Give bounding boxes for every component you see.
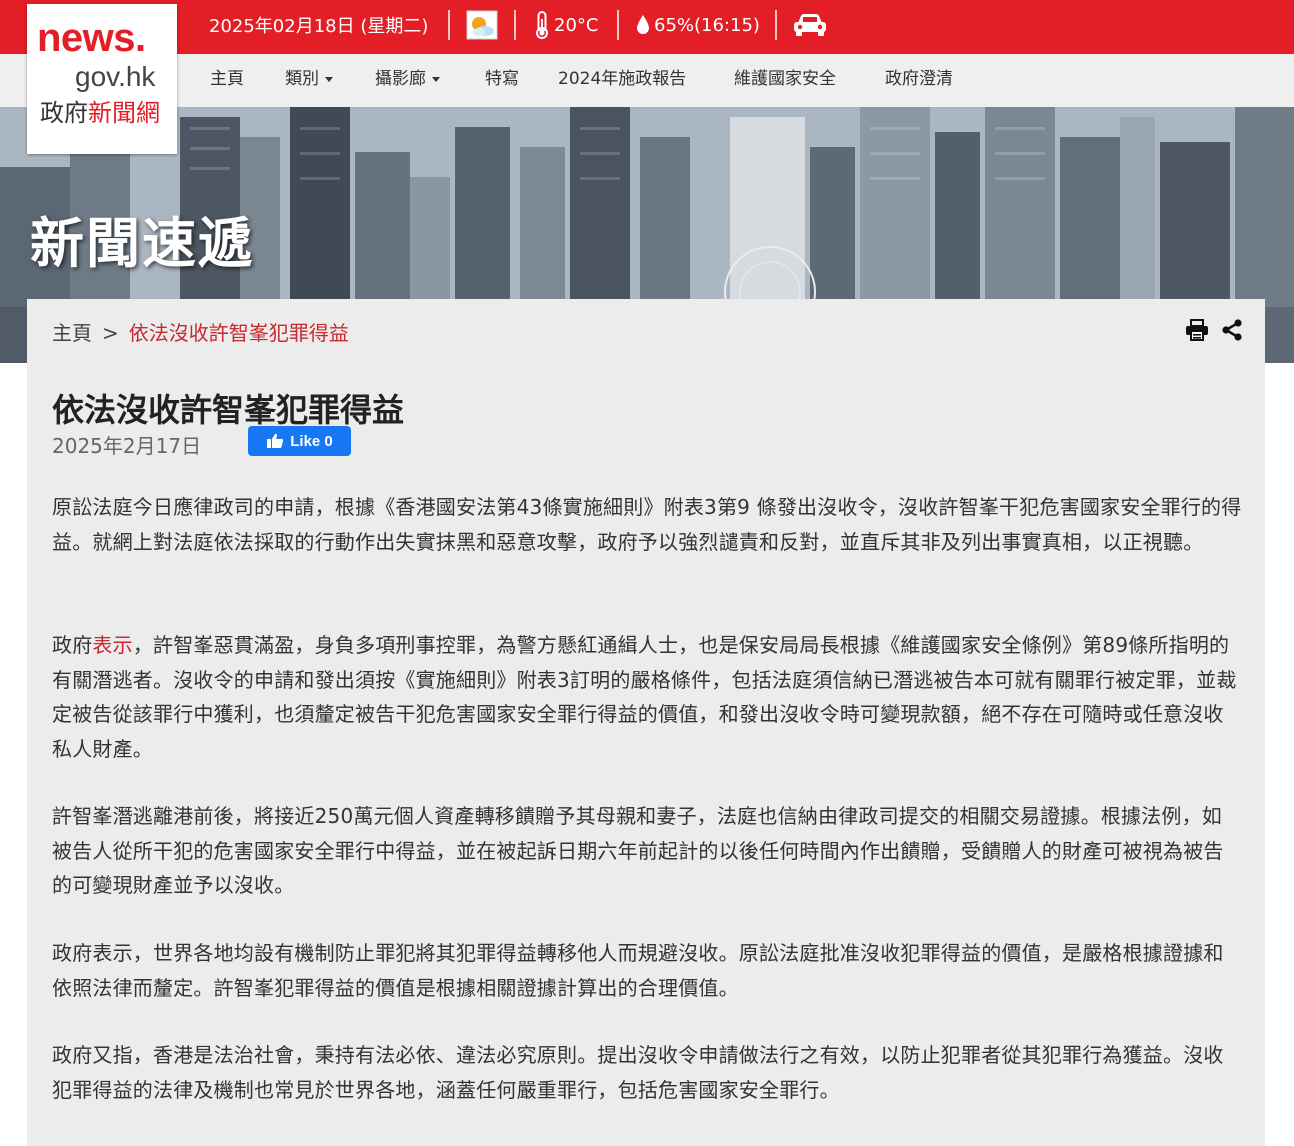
breadcrumb: 主頁 > 依法沒收許智峯犯罪得益 (52, 317, 349, 346)
nav-label: 維護國家安全 (734, 69, 836, 89)
print-icon[interactable] (1185, 319, 1209, 341)
nav-label: 特寫 (485, 69, 519, 89)
nav-item-categories[interactable]: 類別 (285, 54, 333, 107)
facebook-like-button[interactable]: Like 0 (248, 426, 351, 456)
temperature-value: 20°C (554, 14, 599, 36)
water-drop-icon (637, 15, 649, 34)
article-paragraph-1: 原訟法庭今日應律政司的申請，根據《香港國安法第43條實施細則》附表3第9 條發出… (52, 495, 1242, 554)
nav-item-home[interactable]: 主頁 (210, 54, 244, 107)
divider (514, 10, 516, 40)
humidity-reading[interactable]: 65%(16:15) (635, 0, 760, 50)
thumbs-up-icon (267, 433, 284, 448)
main-nav: 主頁 類別 攝影廊 特寫 2024年施政報告 維護國家安全 政府澄清 (0, 54, 1294, 107)
divider (448, 10, 450, 40)
breadcrumb-home[interactable]: 主頁 (52, 321, 92, 345)
nav-item-clarifications[interactable]: 政府澄清 (885, 54, 953, 107)
banner-title: 新聞速遞 (30, 212, 254, 275)
article-title: 依法沒收許智峯犯罪得益 (52, 391, 405, 429)
article-paragraph-3: 許智峯潛逃離港前後，將接近250萬元個人資產轉移饋贈予其母親和妻子，法庭也信納由… (52, 804, 1224, 897)
article-tools (1185, 319, 1243, 341)
nav-label: 攝影廊 (375, 69, 426, 89)
site-logo[interactable]: news. gov.hk 政府新聞網 (27, 4, 177, 154)
nav-label: 2024年施政報告 (558, 69, 687, 89)
nav-label: 主頁 (210, 69, 244, 89)
nav-item-national-security[interactable]: 維護國家安全 (734, 54, 836, 107)
article-paragraph-5: 政府又指，香港是法治社會，秉持有法必依、違法必究原則。提出沒收令申請做法行之有效… (52, 1043, 1224, 1102)
car-icon[interactable] (792, 0, 828, 50)
article-date: 2025年2月17日 (52, 434, 202, 458)
caret-down-icon (325, 76, 333, 82)
weather-icon[interactable] (466, 0, 498, 50)
thermometer-icon (536, 11, 548, 39)
nav-label: 類別 (285, 69, 319, 89)
divider (617, 10, 619, 40)
current-date: 2025年02月18日 (星期二) (209, 16, 429, 37)
article-paragraph-2: 政府表示，許智峯惡貫滿盈，身負多項刑事控罪，為警方懸紅通緝人士，也是保安局局長根… (52, 633, 1237, 761)
breadcrumb-separator: > (102, 321, 119, 345)
article-card: 主頁 > 依法沒收許智峯犯罪得益 依法沒收許智峯犯罪得益 2025年2月17日 Li… (27, 299, 1265, 1146)
temperature-reading[interactable]: 20°C (533, 0, 598, 50)
nav-item-photo-gallery[interactable]: 攝影廊 (375, 54, 440, 107)
sun-cloud-icon (466, 10, 498, 40)
nav-item-policy-address[interactable]: 2024年施政報告 (558, 54, 686, 107)
share-icon[interactable] (1221, 319, 1243, 341)
caret-down-icon (432, 76, 440, 82)
breadcrumb-current: 依法沒收許智峯犯罪得益 (128, 321, 349, 345)
humidity-value: 65%(16:15) (654, 14, 760, 36)
like-label: Like 0 (290, 432, 333, 450)
logo-news: news. (37, 16, 146, 60)
nav-item-features[interactable]: 特寫 (485, 54, 519, 107)
logo-govhk: gov.hk (75, 61, 156, 92)
logo-chinese-name: 政府新聞網 (40, 99, 160, 127)
statement-link[interactable]: 表示 (92, 633, 132, 657)
divider (775, 10, 777, 40)
traffic-car-icon (794, 14, 826, 36)
article-paragraph-4: 政府表示，世界各地均設有機制防止罪犯將其犯罪得益轉移他人而規避沒收。原訟法庭批准… (52, 941, 1224, 1000)
top-info-bar: 2025年02月18日 (星期二) 20°C 65%(16:15) (0, 0, 1294, 54)
nav-label: 政府澄清 (885, 69, 953, 89)
